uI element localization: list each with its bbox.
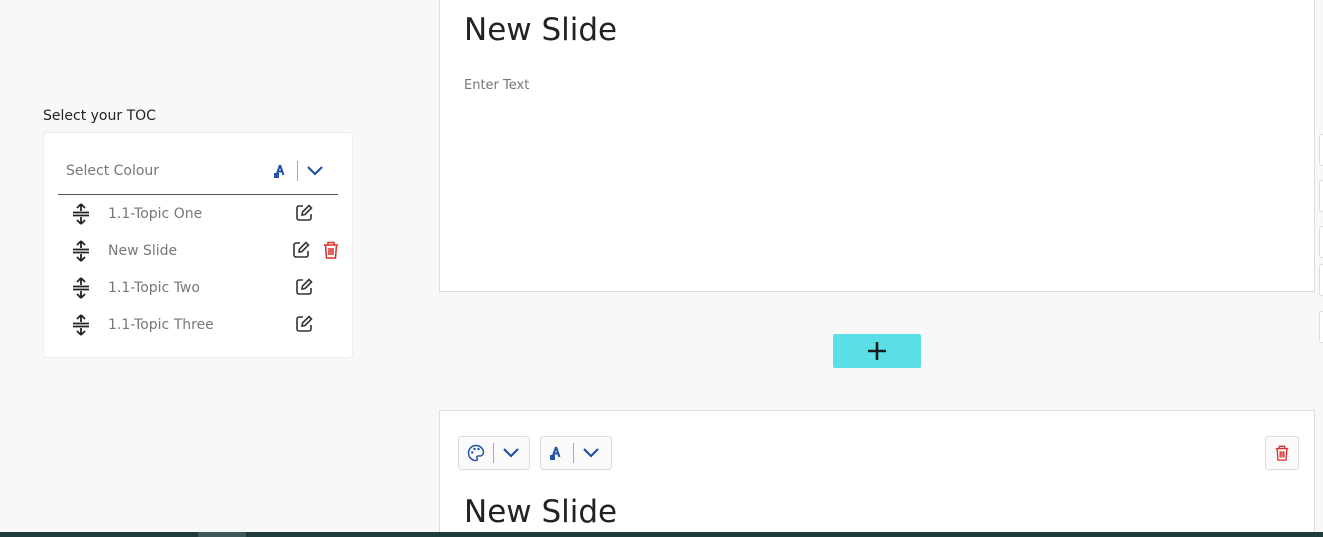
chevron-down-icon: [583, 448, 599, 458]
scrollbar-thumb[interactable]: [198, 532, 246, 537]
chevron-down-icon[interactable]: [306, 165, 324, 177]
colour-select[interactable]: Select Colour: [58, 147, 338, 195]
slide-card: New Slide Enter Text: [439, 0, 1315, 292]
slide-body-input[interactable]: Enter Text: [464, 78, 529, 93]
divider: [297, 160, 298, 181]
divider: [493, 443, 494, 463]
delete-slide-button[interactable]: [1265, 436, 1299, 470]
font-color-icon: [550, 446, 561, 460]
drag-handle-icon[interactable]: [70, 203, 92, 225]
font-color-dropdown[interactable]: [540, 436, 612, 470]
toc-item[interactable]: 1.1-Topic Two: [44, 269, 354, 306]
drag-handle-icon[interactable]: [70, 240, 92, 262]
slide-card: New Slide: [439, 410, 1315, 537]
colour-select-controls[interactable]: [273, 160, 324, 181]
divider: [573, 443, 574, 463]
toc-item-label: 1.1-Topic Two: [108, 279, 200, 296]
side-tab[interactable]: [1319, 311, 1323, 343]
colour-select-placeholder: Select Colour: [66, 162, 160, 179]
plus-icon: [868, 342, 886, 360]
drag-handle-icon[interactable]: [70, 314, 92, 336]
toc-title: Select your TOC: [43, 108, 156, 124]
edit-icon[interactable]: [294, 314, 314, 334]
palette-icon: [467, 444, 485, 462]
slide-title[interactable]: New Slide: [464, 12, 617, 48]
add-slide-button[interactable]: [833, 334, 921, 368]
slide-title[interactable]: New Slide: [464, 494, 617, 530]
side-tab[interactable]: [1319, 226, 1323, 258]
chevron-down-icon: [503, 448, 519, 458]
toc-item[interactable]: 1.1-Topic Three: [44, 306, 354, 343]
trash-icon[interactable]: [322, 240, 340, 260]
drag-handle-icon[interactable]: [70, 277, 92, 299]
toc-item-label: 1.1-Topic One: [108, 205, 203, 222]
edit-icon[interactable]: [291, 240, 311, 260]
edit-icon[interactable]: [294, 277, 314, 297]
toc-item-label: New Slide: [108, 242, 178, 259]
side-tab[interactable]: [1319, 134, 1323, 166]
palette-dropdown[interactable]: [458, 436, 530, 470]
edit-icon[interactable]: [294, 203, 314, 223]
toc-item-label: 1.1-Topic Three: [108, 316, 214, 333]
toc-item[interactable]: New Slide: [44, 232, 354, 269]
side-tab[interactable]: [1319, 180, 1323, 212]
horizontal-scrollbar[interactable]: [0, 532, 1323, 537]
font-color-icon: [274, 164, 285, 178]
trash-icon: [1275, 445, 1289, 461]
toc-item[interactable]: 1.1-Topic One: [44, 195, 354, 232]
side-tab[interactable]: [1319, 264, 1323, 296]
toc-panel: Select Colour 1.1-Topic One New Slide 1.…: [43, 132, 353, 358]
